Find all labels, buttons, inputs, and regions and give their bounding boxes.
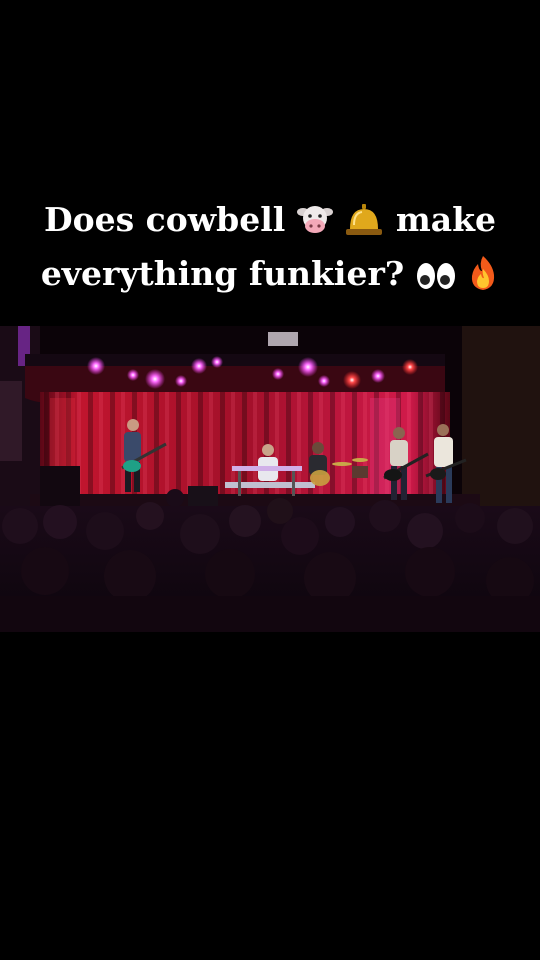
stage-scene-image	[0, 326, 540, 632]
eyes-icon	[416, 256, 456, 304]
caption-text-part-3: everything funkier?	[40, 254, 405, 293]
caption-line-2: everything funkier?	[0, 250, 540, 304]
caption-text-part-1: Does cowbell	[43, 200, 286, 239]
video-caption: Does cowbell make everything funkier?	[0, 196, 540, 304]
crowd-silhouettes	[0, 489, 540, 632]
fire-icon	[467, 255, 499, 304]
bell-icon	[344, 202, 384, 250]
caption-text-part-2: make	[395, 200, 497, 239]
caption-line-1: Does cowbell make	[0, 196, 540, 250]
cow-face-icon	[296, 202, 333, 250]
concert-photo	[0, 326, 540, 632]
